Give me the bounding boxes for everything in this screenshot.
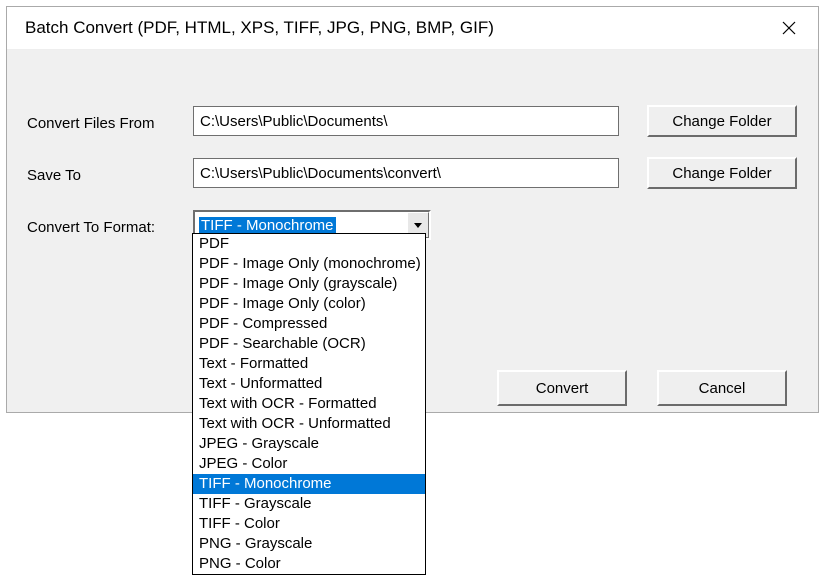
format-label-row: Convert To Format:: [27, 212, 155, 242]
format-option[interactable]: Text with OCR - Unformatted: [193, 414, 425, 434]
format-option[interactable]: PDF - Searchable (OCR): [193, 334, 425, 354]
format-option[interactable]: PDF - Image Only (grayscale): [193, 274, 425, 294]
format-option[interactable]: PDF - Image Only (monochrome): [193, 254, 425, 274]
format-option[interactable]: JPEG - Grayscale: [193, 434, 425, 454]
close-icon[interactable]: [774, 17, 804, 39]
from-label: Convert Files From: [27, 115, 155, 132]
format-option[interactable]: PNG - Grayscale: [193, 534, 425, 554]
format-option[interactable]: PDF - Image Only (color): [193, 294, 425, 314]
change-folder-save-button[interactable]: Change Folder: [647, 157, 797, 189]
format-option[interactable]: PDF - Compressed: [193, 314, 425, 334]
format-option[interactable]: PDF: [193, 234, 425, 254]
format-option[interactable]: PNG - Color: [193, 554, 425, 574]
format-option[interactable]: TIFF - Monochrome: [193, 474, 425, 494]
format-option[interactable]: JPEG - Color: [193, 454, 425, 474]
format-selected-text: TIFF - Monochrome: [199, 217, 336, 234]
save-path-input[interactable]: [193, 158, 619, 188]
format-option[interactable]: Text - Formatted: [193, 354, 425, 374]
cancel-button[interactable]: Cancel: [657, 370, 787, 406]
dialog-title: Batch Convert (PDF, HTML, XPS, TIFF, JPG…: [25, 18, 494, 38]
format-label: Convert To Format:: [27, 219, 155, 236]
from-path-input[interactable]: [193, 106, 619, 136]
save-label-row: Save To: [27, 160, 81, 190]
save-label: Save To: [27, 167, 81, 184]
format-option[interactable]: Text - Unformatted: [193, 374, 425, 394]
format-dropdown-list[interactable]: PDFPDF - Image Only (monochrome)PDF - Im…: [192, 233, 426, 575]
format-option[interactable]: TIFF - Color: [193, 514, 425, 534]
titlebar: Batch Convert (PDF, HTML, XPS, TIFF, JPG…: [7, 7, 818, 49]
change-folder-from-button[interactable]: Change Folder: [647, 105, 797, 137]
format-option[interactable]: Text with OCR - Formatted: [193, 394, 425, 414]
format-option[interactable]: TIFF - Grayscale: [193, 494, 425, 514]
from-label-row: Convert Files From: [27, 108, 155, 138]
convert-button[interactable]: Convert: [497, 370, 627, 406]
